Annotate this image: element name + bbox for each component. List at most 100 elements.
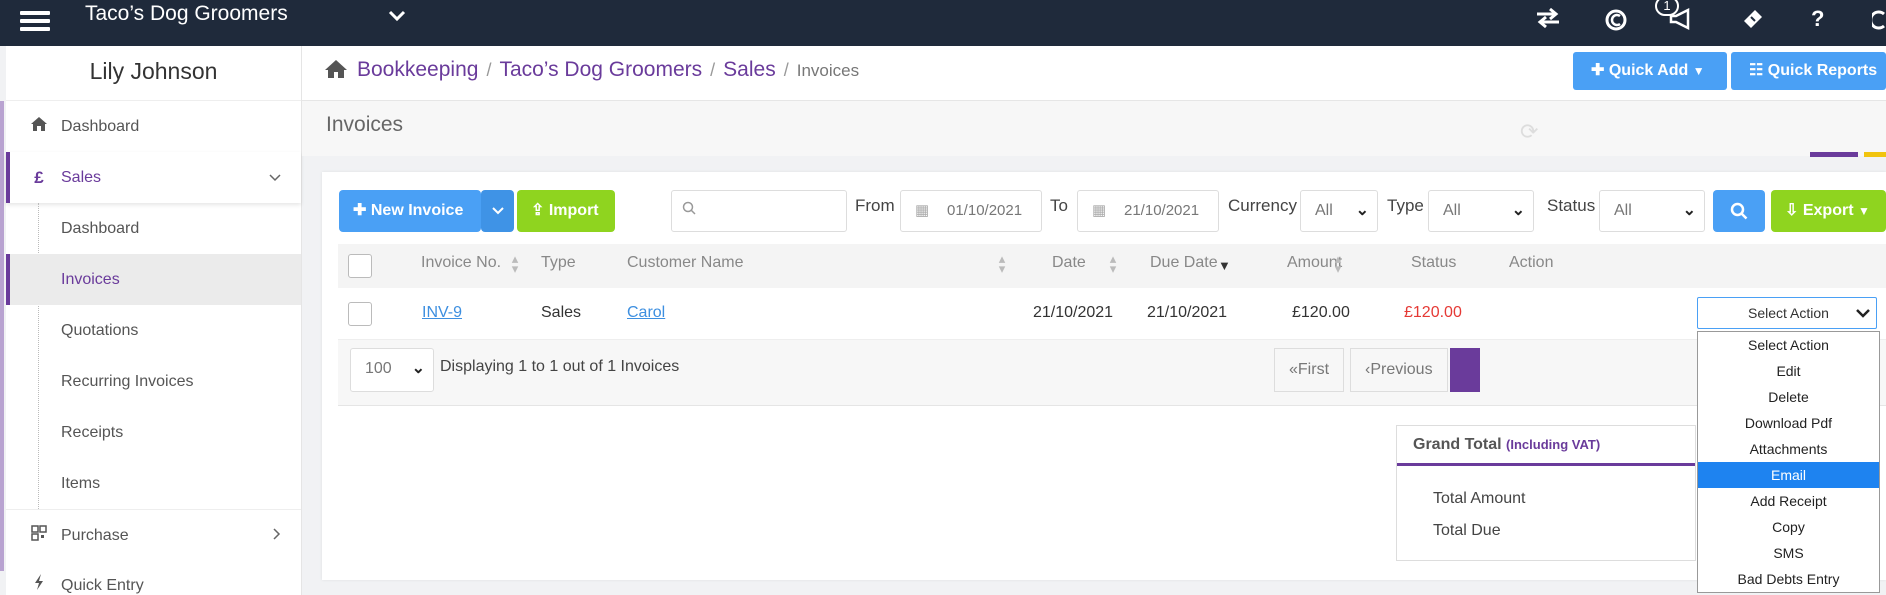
select-all-checkbox[interactable] [348, 254, 372, 278]
sidebar-subitem-quotations[interactable]: Quotations [6, 305, 301, 356]
page-title-bar: Invoices ⟳ [302, 101, 1886, 157]
invoice-due-date: 21/10/2021 [1147, 304, 1228, 321]
power-icon[interactable] [1869, 6, 1886, 38]
column-date[interactable]: Date [1052, 254, 1086, 272]
to-date-input[interactable]: ▦ 21/10/2021 [1077, 190, 1219, 232]
currency-label: Currency [1228, 196, 1297, 215]
table-row: INV-9 Sales Carol 21/10/2021 21/10/2021 … [338, 288, 1886, 340]
home-icon[interactable] [324, 59, 348, 85]
sidebar-subitem-receipts[interactable]: Receipts [6, 407, 301, 458]
invoice-status-due: £120.00 [1404, 304, 1462, 321]
top-bar: Taco’s Dog Groomers 1 ? [0, 0, 1886, 46]
current-page-button[interactable] [1450, 348, 1480, 392]
export-button[interactable]: ⇩ Export ▼ [1771, 190, 1886, 232]
page-title: Invoices [326, 113, 404, 136]
grand-total-header: Grand Total (Including VAT) [1397, 426, 1695, 466]
action-option-bad-debts-entry[interactable]: Bad Debts Entry [1698, 566, 1879, 592]
sidebar-item-label: Sales [61, 169, 102, 186]
breadcrumb-sales[interactable]: Sales [723, 58, 776, 81]
sidebar-item-purchase[interactable]: Purchase [6, 509, 301, 560]
invoices-card: ✚ New Invoice ⇪ Import From ▦ 01/10/2021… [322, 172, 1886, 580]
sidebar-subitem-dashboard[interactable]: Dashboard [6, 203, 301, 254]
sidebar-item-dashboard[interactable]: Dashboard [6, 101, 301, 152]
column-invoice-no[interactable]: Invoice No. [421, 254, 501, 272]
sort-icon[interactable]: ▴ ▾ [508, 252, 522, 275]
import-button[interactable]: ⇪ Import [517, 190, 615, 232]
pound-icon: £ [34, 168, 44, 187]
page-size-select[interactable]: 100 ⌄ [350, 348, 434, 392]
double-chevron-left-icon: « [1289, 361, 1298, 378]
sidebar-item-label: Purchase [61, 527, 129, 544]
switch-icon[interactable] [1535, 6, 1561, 36]
home-icon [27, 101, 51, 152]
help-icon[interactable]: ? [1811, 6, 1824, 32]
action-option-copy[interactable]: Copy [1698, 514, 1879, 540]
pagination-summary: Displaying 1 to 1 out of 1 Invoices [440, 358, 680, 375]
action-option-edit[interactable]: Edit [1698, 358, 1879, 384]
action-option-delete[interactable]: Delete [1698, 384, 1879, 410]
column-status[interactable]: Status [1411, 254, 1456, 272]
chevron-down-icon: ⌄ [411, 360, 425, 377]
type-label: Type [1387, 196, 1424, 215]
quick-reports-button[interactable]: ☷ Quick Reports [1731, 52, 1886, 90]
sidebar-item-sales[interactable]: £ Sales [6, 152, 301, 203]
sort-icon[interactable]: ▴ ▾ [1106, 252, 1120, 275]
row-checkbox[interactable] [348, 302, 372, 326]
to-label: To [1050, 196, 1068, 215]
action-option-email[interactable]: Email [1698, 462, 1879, 488]
tab-indicator-purple [1810, 152, 1858, 157]
chevron-down-icon[interactable] [388, 6, 406, 29]
total-amount-label: Total Amount [1433, 490, 1526, 507]
sidebar-subitem-recurring-invoices[interactable]: Recurring Invoices [6, 356, 301, 407]
sidebar-subitem-invoices[interactable]: Invoices [6, 254, 301, 305]
action-option-sms[interactable]: SMS [1698, 540, 1879, 566]
currency-select[interactable]: All ⌄ [1300, 190, 1378, 232]
new-invoice-button[interactable]: ✚ New Invoice [339, 190, 481, 232]
calendar-icon: ▦ [915, 202, 930, 219]
column-customer-name[interactable]: Customer Name [627, 254, 743, 272]
sort-icon[interactable]: ▴ ▾ [995, 252, 1009, 275]
quick-add-button[interactable]: ✚ Quick Add ▼ [1573, 52, 1727, 90]
currency-icon[interactable] [1604, 6, 1628, 38]
action-option-add-receipt[interactable]: Add Receipt [1698, 488, 1879, 514]
customer-link[interactable]: Carol [627, 304, 665, 322]
ticket-icon[interactable] [1740, 6, 1766, 38]
status-select[interactable]: All ⌄ [1599, 190, 1705, 232]
first-page-button[interactable]: «First [1274, 348, 1345, 392]
action-option-attachments[interactable]: Attachments [1698, 436, 1879, 462]
refresh-icon[interactable]: ⟳ [1520, 119, 1538, 145]
business-name[interactable]: Taco’s Dog Groomers [85, 2, 288, 26]
sort-icon[interactable]: ▴ ▾ [1331, 252, 1345, 275]
breadcrumb-business[interactable]: Taco’s Dog Groomers [499, 58, 702, 81]
plus-icon: ✚ [353, 202, 367, 219]
megaphone-icon[interactable] [1668, 6, 1694, 38]
column-action: Action [1509, 254, 1554, 271]
chevron-down-icon: ▼ [1692, 64, 1705, 78]
type-select[interactable]: All ⌄ [1428, 190, 1534, 232]
previous-page-button[interactable]: ‹Previous [1350, 348, 1448, 392]
breadcrumb: Bookkeeping / Taco’s Dog Groomers / Sales / In… [357, 58, 860, 81]
row-action-select[interactable]: Select Action [1697, 297, 1877, 329]
chevron-down-icon: ⌄ [1682, 202, 1696, 219]
search-input[interactable] [671, 190, 847, 232]
column-due-date[interactable]: Due Date [1150, 254, 1218, 272]
action-option-select-action[interactable]: Select Action [1698, 332, 1879, 358]
sidebar-item-quick-entry[interactable]: Quick Entry [6, 560, 301, 595]
sales-submenu: Dashboard Invoices Quotations Recurring … [6, 203, 301, 509]
chevron-down-icon: ⌄ [1511, 202, 1525, 219]
chevron-down-icon: ⌄ [1355, 202, 1369, 219]
list-icon: ☷ [1749, 62, 1764, 79]
user-name: Lily Johnson [6, 46, 301, 101]
search-button[interactable] [1713, 190, 1765, 232]
from-date-input[interactable]: ▦ 01/10/2021 [900, 190, 1042, 232]
action-option-download-pdf[interactable]: Download Pdf [1698, 410, 1879, 436]
breadcrumb-bookkeeping[interactable]: Bookkeeping [357, 58, 478, 81]
tab-indicator-yellow [1864, 152, 1886, 157]
invoice-number-link[interactable]: INV-9 [422, 304, 462, 322]
sort-desc-icon[interactable]: ▼ [1218, 258, 1231, 273]
new-invoice-dropdown[interactable] [481, 190, 514, 232]
sidebar-subitem-items[interactable]: Items [6, 458, 301, 509]
menu-icon[interactable] [20, 8, 50, 38]
plus-icon: ✚ [1591, 62, 1605, 79]
column-type[interactable]: Type [541, 254, 576, 272]
